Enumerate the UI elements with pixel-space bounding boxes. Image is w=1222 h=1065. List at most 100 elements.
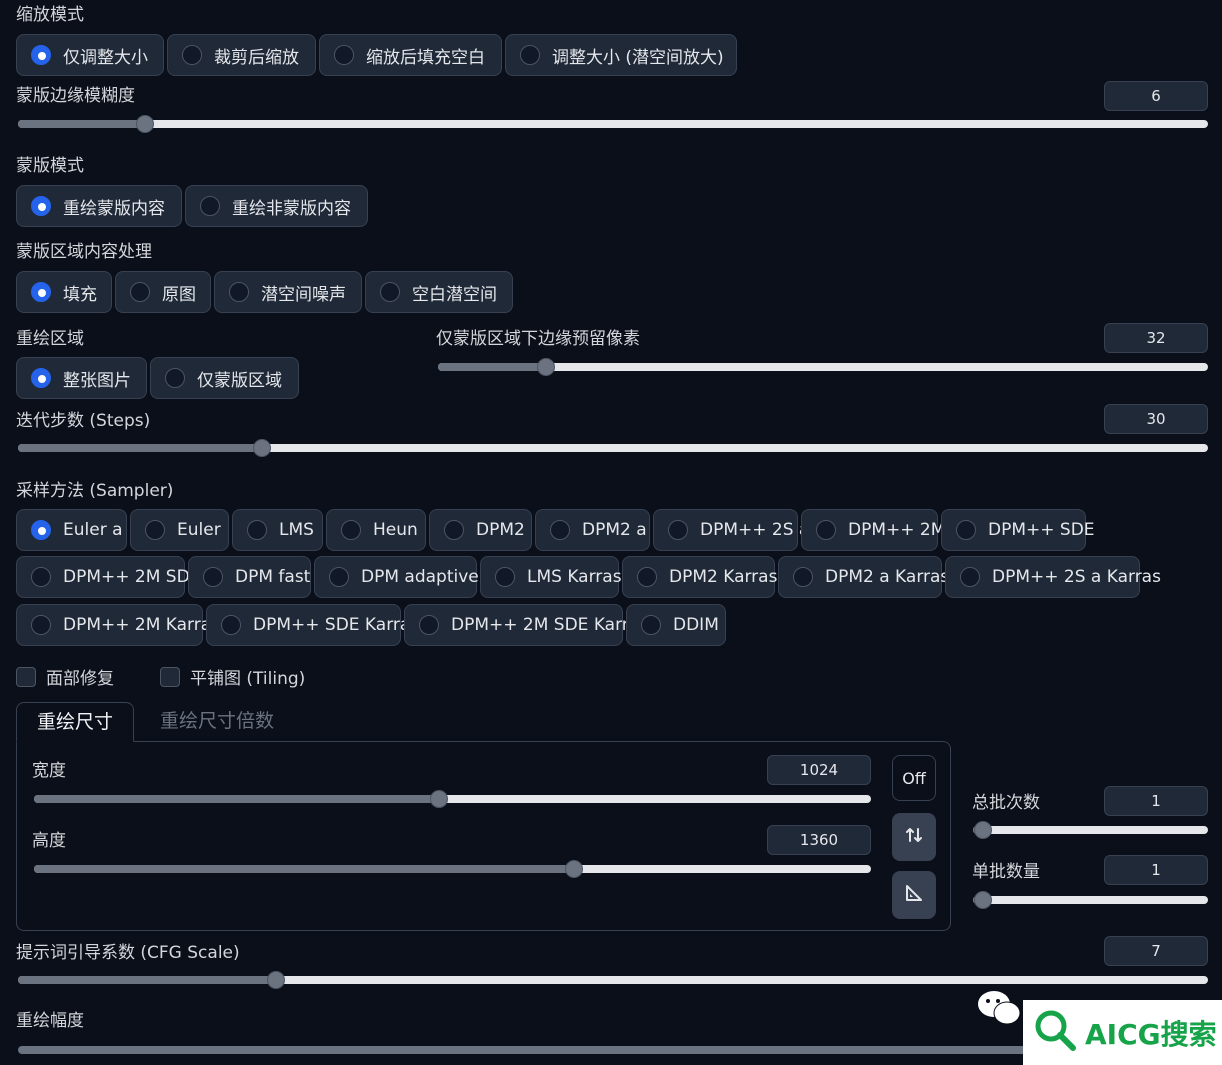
batch-size-label: 单批数量: [972, 862, 1040, 882]
batch-count-slider[interactable]: [973, 820, 1208, 840]
radio-inpaint-masked[interactable]: 重绘蒙版内容: [16, 185, 182, 227]
radio-dot-icon: [31, 45, 51, 65]
restore-faces-checkbox[interactable]: 面部修复: [16, 664, 114, 689]
radio-only-masked[interactable]: 仅蒙版区域: [150, 357, 299, 399]
radio-dot-icon: [444, 520, 464, 540]
slider-thumb[interactable]: [430, 790, 448, 808]
radio-sampler-dpmpp-sde-karras[interactable]: DPM++ SDE Karras: [206, 604, 419, 646]
tiling-checkbox[interactable]: 平铺图 (Tiling): [160, 664, 305, 689]
batch-count-input[interactable]: 1: [1104, 786, 1208, 816]
inpaint-area-group: 整张图片 仅蒙版区域: [16, 357, 299, 399]
radio-dot-icon: [145, 520, 165, 540]
radio-sampler-dpmpp-2m-sde[interactable]: DPM++ 2M SDE: [16, 556, 200, 598]
radio-sampler-ddim[interactable]: DDIM: [626, 604, 726, 646]
radio-dot-icon: [130, 282, 150, 302]
checkbox-icon: [160, 666, 180, 687]
slider-thumb[interactable]: [136, 115, 154, 133]
radio-dot-icon: [31, 368, 51, 388]
aspect-ratio-button[interactable]: [892, 871, 936, 919]
radio-sampler-dpm-adaptive[interactable]: DPM adaptive: [314, 556, 479, 598]
aspect-ratio-icon: [904, 883, 924, 907]
radio-fill[interactable]: 填充: [16, 271, 112, 313]
radio-sampler-dpm2-karras[interactable]: DPM2 Karras: [622, 556, 777, 598]
radio-dot-icon: [165, 368, 185, 388]
padding-input[interactable]: 32: [1104, 323, 1208, 353]
steps-slider[interactable]: [18, 438, 1208, 458]
height-input[interactable]: 1360: [767, 825, 871, 855]
radio-dot-icon: [341, 520, 361, 540]
radio-dot-icon: [641, 615, 661, 635]
cfg-scale-slider[interactable]: [18, 970, 1208, 990]
radio-latent-noise[interactable]: 潜空间噪声: [214, 271, 362, 313]
sampler-row-2: DPM++ 2M SDE DPM fast DPM adaptive LMS K…: [16, 556, 1161, 598]
padding-label: 仅蒙版区域下边缘预留像素: [436, 329, 640, 349]
radio-dot-icon: [31, 282, 51, 302]
radio-dot-icon: [419, 615, 439, 635]
radio-whole-picture[interactable]: 整张图片: [16, 357, 147, 399]
sampler-row-3: DPM++ 2M Karras DPM++ SDE Karras DPM++ 2…: [16, 604, 726, 646]
radio-dot-icon: [793, 567, 813, 587]
radio-dot-icon: [221, 615, 241, 635]
radio-latent-upscale[interactable]: 调整大小 (潜空间放大): [505, 34, 737, 76]
radio-crop-resize[interactable]: 裁剪后缩放: [167, 34, 316, 76]
height-slider[interactable]: [34, 859, 871, 879]
radio-sampler-lms-karras[interactable]: LMS Karras: [480, 556, 622, 598]
slider-thumb[interactable]: [267, 971, 285, 989]
radio-sampler-dpm-fast[interactable]: DPM fast: [188, 556, 311, 598]
radio-inpaint-not-masked[interactable]: 重绘非蒙版内容: [185, 185, 368, 227]
batch-size-input[interactable]: 1: [1104, 855, 1208, 885]
width-slider[interactable]: [34, 789, 871, 809]
radio-dot-icon: [31, 567, 51, 587]
radio-sampler-dpm2[interactable]: DPM2: [429, 509, 532, 551]
steps-label: 迭代步数 (Steps): [16, 411, 151, 431]
cfg-scale-input[interactable]: 7: [1104, 936, 1208, 966]
radio-latent-nothing[interactable]: 空白潜空间: [365, 271, 513, 313]
off-button[interactable]: Off: [892, 755, 936, 801]
batch-count-label: 总批次数: [972, 793, 1040, 813]
padding-slider[interactable]: [438, 357, 1208, 377]
height-label: 高度: [32, 831, 66, 851]
tab-resize-by[interactable]: 重绘尺寸倍数: [140, 702, 294, 742]
radio-original[interactable]: 原图: [115, 271, 211, 313]
radio-sampler-dpmpp-2m-karras[interactable]: DPM++ 2M Karras: [16, 604, 220, 646]
slider-thumb[interactable]: [974, 891, 992, 909]
radio-dot-icon: [31, 615, 51, 635]
width-label: 宽度: [32, 761, 66, 781]
slider-thumb[interactable]: [537, 358, 555, 376]
radio-sampler-dpmpp-2m[interactable]: DPM++ 2M: [801, 509, 945, 551]
mask-blur-slider[interactable]: [18, 114, 1208, 134]
radio-sampler-dpmpp-2s-a-karras[interactable]: DPM++ 2S a Karras: [945, 556, 1161, 598]
mask-blur-input[interactable]: 6: [1104, 81, 1208, 111]
radio-sampler-dpmpp-2s-a[interactable]: DPM++ 2S a: [653, 509, 809, 551]
radio-resize-fill[interactable]: 缩放后填充空白: [319, 34, 502, 76]
radio-dot-icon: [334, 45, 354, 65]
radio-sampler-dpm2-a-karras[interactable]: DPM2 a Karras: [778, 556, 949, 598]
radio-dot-icon: [380, 282, 400, 302]
swap-dimensions-button[interactable]: [892, 813, 936, 861]
mask-mode-label: 蒙版模式: [16, 156, 84, 176]
radio-dot-icon: [960, 567, 980, 587]
radio-sampler-dpmpp-sde[interactable]: DPM++ SDE: [941, 509, 1095, 551]
radio-resize-only[interactable]: 仅调整大小: [16, 34, 164, 76]
batch-size-slider[interactable]: [973, 890, 1208, 910]
radio-dot-icon: [31, 520, 51, 540]
radio-dot-icon: [668, 520, 688, 540]
steps-input[interactable]: 30: [1104, 404, 1208, 434]
denoising-slider[interactable]: [18, 1040, 1028, 1060]
radio-sampler-euler-a[interactable]: Euler a: [16, 509, 127, 551]
radio-sampler-heun[interactable]: Heun: [326, 509, 426, 551]
radio-sampler-euler[interactable]: Euler: [130, 509, 229, 551]
resize-mode-group: 仅调整大小 裁剪后缩放 缩放后填充空白 调整大小 (潜空间放大): [16, 34, 737, 76]
slider-thumb[interactable]: [565, 860, 583, 878]
radio-sampler-lms[interactable]: LMS: [232, 509, 323, 551]
radio-dot-icon: [956, 520, 976, 540]
slider-thumb[interactable]: [974, 821, 992, 839]
magnifier-icon: [1033, 1008, 1079, 1058]
radio-dot-icon: [520, 45, 540, 65]
radio-dot-icon: [637, 567, 657, 587]
radio-sampler-dpm2-a[interactable]: DPM2 a: [535, 509, 650, 551]
slider-thumb[interactable]: [253, 439, 271, 457]
radio-sampler-dpmpp-2m-sde-karras[interactable]: DPM++ 2M SDE Karras: [404, 604, 648, 646]
width-input[interactable]: 1024: [767, 755, 871, 785]
tab-resize-to[interactable]: 重绘尺寸: [16, 702, 135, 742]
